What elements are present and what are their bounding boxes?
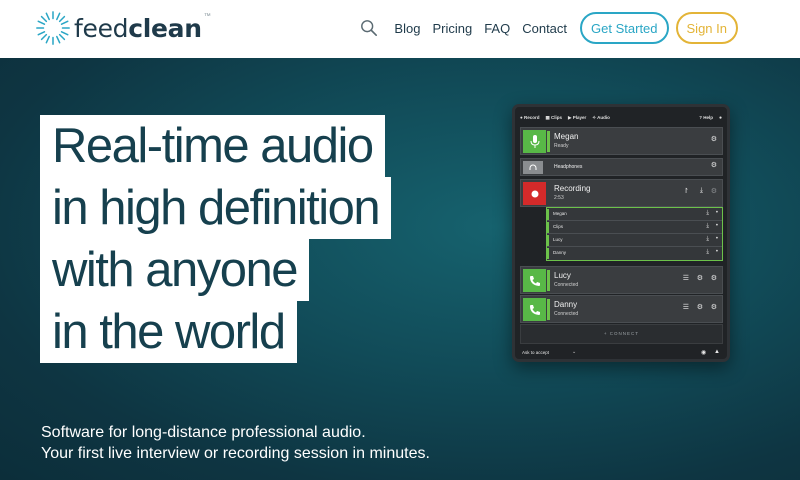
record-icon (523, 182, 546, 205)
settings-gear-icon: ⚙ (710, 188, 717, 195)
headline-line-4: in the world (40, 301, 297, 363)
sign-in-button[interactable]: Sign In (675, 12, 738, 44)
app-help: ? Help (699, 115, 713, 120)
user-icon: ● (718, 114, 722, 121)
logo-sunburst-icon (36, 11, 70, 45)
chevron-down-icon: ⌄ (572, 349, 577, 355)
site-header: feedclean ™ Blog Pricing FAQ Contact Get… (0, 0, 800, 58)
subtext-line-1: Software for long-distance professional … (41, 424, 366, 441)
logo-wordmark: feedclean (74, 13, 202, 43)
clip-level-bar (547, 248, 549, 259)
clip-name: Clips (553, 224, 564, 229)
clip-level-bar (547, 209, 549, 220)
settings-gear-icon: ⚙ (710, 304, 717, 311)
clip-status-dot: • (715, 236, 718, 242)
clip-name: Lucy (553, 237, 563, 242)
hero-headline: Real-time audio in high definition with … (40, 115, 392, 363)
phone-icon (523, 269, 546, 292)
clip-status-dot: • (715, 223, 718, 229)
subtext-line-2: Your first live interview or recording s… (41, 445, 430, 462)
connect-button: + CONNECT (520, 324, 723, 344)
main-nav: Blog Pricing FAQ Contact Get Started Sig… (360, 11, 738, 45)
clip-status-dot: • (715, 249, 718, 255)
headphones-label: Headphones (554, 164, 583, 170)
clip-row: Danny ⤓ • (547, 247, 722, 260)
recording-time: 2:53 (554, 195, 564, 201)
settings-gear-icon: ⚙ (710, 162, 717, 169)
participant-row-lucy: Lucy Connected ☰ ⚙ ⚙ (520, 266, 723, 294)
phone-icon (523, 298, 546, 321)
recording-row: Recording 2:53 ↾ ⤓ ⚙ (520, 179, 723, 207)
clip-row: Lucy ⤓ • (547, 234, 722, 247)
participant-status: Connected (554, 311, 579, 317)
headline-line-3: with anyone (40, 239, 310, 301)
nav-link-blog[interactable]: Blog (394, 21, 420, 36)
download-icon: ⤓ (706, 210, 709, 216)
app-mockup: ● Record ▦ Clips ▶ Player ✧ Audio ? Help… (512, 104, 730, 362)
headphones-row: Headphones ⚙ (520, 158, 723, 176)
app-tab-clips: ▦ Clips (545, 114, 563, 120)
clips-list: Megan ⤓ • Clips ⤓ • Lucy ⤓ • Danny ⤓ • (546, 207, 723, 261)
search-icon[interactable] (360, 19, 378, 37)
nav-link-pricing[interactable]: Pricing (432, 21, 472, 36)
headline-line-2: in high definition (40, 177, 392, 239)
download-icon: ⤓ (706, 249, 709, 255)
eye-icon: ◉ (701, 350, 707, 356)
nav-link-contact[interactable]: Contact (522, 21, 567, 36)
nav-link-faq[interactable]: FAQ (484, 21, 510, 36)
settings-gear-icon: ⚙ (696, 275, 703, 282)
app-tab-player: ▶ Player (568, 114, 587, 120)
participant-row-danny: Danny Connected ☰ ⚙ ⚙ (520, 295, 723, 323)
trademark-symbol: ™ (203, 12, 211, 20)
clip-level-bar (547, 222, 549, 233)
participant-row-megan: Megan Ready ⚙ (520, 127, 723, 155)
marker-icon: ↾ (683, 188, 689, 195)
download-icon: ⤓ (706, 236, 709, 242)
hero-subtext: Software for long-distance professional … (41, 422, 430, 464)
app-tab-audio: ✧ Audio (592, 114, 610, 120)
participant-name: Danny (554, 300, 578, 309)
level-bar (547, 299, 550, 320)
participant-status: Connected (554, 282, 579, 288)
clip-row: Megan ⤓ • (547, 208, 722, 221)
settings-gear-icon: ⚙ (710, 275, 717, 282)
clip-status-dot: • (715, 210, 718, 216)
level-bar (547, 131, 550, 152)
level-bar (547, 270, 550, 291)
participant-name: Lucy (554, 271, 571, 280)
clip-level-bar (547, 235, 549, 246)
list-icon: ☰ (682, 275, 689, 282)
clip-name: Danny (553, 250, 567, 255)
participant-name: Megan (554, 132, 579, 141)
microphone-icon (523, 130, 546, 153)
clip-row: Clips ⤓ • (547, 221, 722, 234)
clip-name: Megan (553, 211, 567, 216)
list-icon: ☰ (682, 304, 689, 311)
bell-icon: ▲ (714, 349, 720, 355)
download-icon: ⤓ (706, 223, 709, 229)
settings-gear-icon: ⚙ (710, 136, 717, 143)
get-started-button[interactable]: Get Started (580, 12, 669, 44)
hero-section: Real-time audio in high definition with … (0, 58, 800, 480)
participant-status: Ready (554, 143, 569, 149)
app-tab-record: ● Record (520, 115, 540, 120)
headline-line-1: Real-time audio (40, 115, 385, 177)
logo[interactable]: feedclean ™ (34, 8, 211, 48)
download-icon: ⤓ (699, 187, 703, 194)
ask-to-accept-select: Ask to accept (522, 350, 550, 355)
settings-gear-icon: ⚙ (696, 304, 703, 311)
app-tab-bar: ● Record ▦ Clips ▶ Player ✧ Audio ? Help… (520, 111, 722, 124)
headphones-icon (523, 161, 543, 174)
recording-label: Recording (554, 184, 591, 193)
